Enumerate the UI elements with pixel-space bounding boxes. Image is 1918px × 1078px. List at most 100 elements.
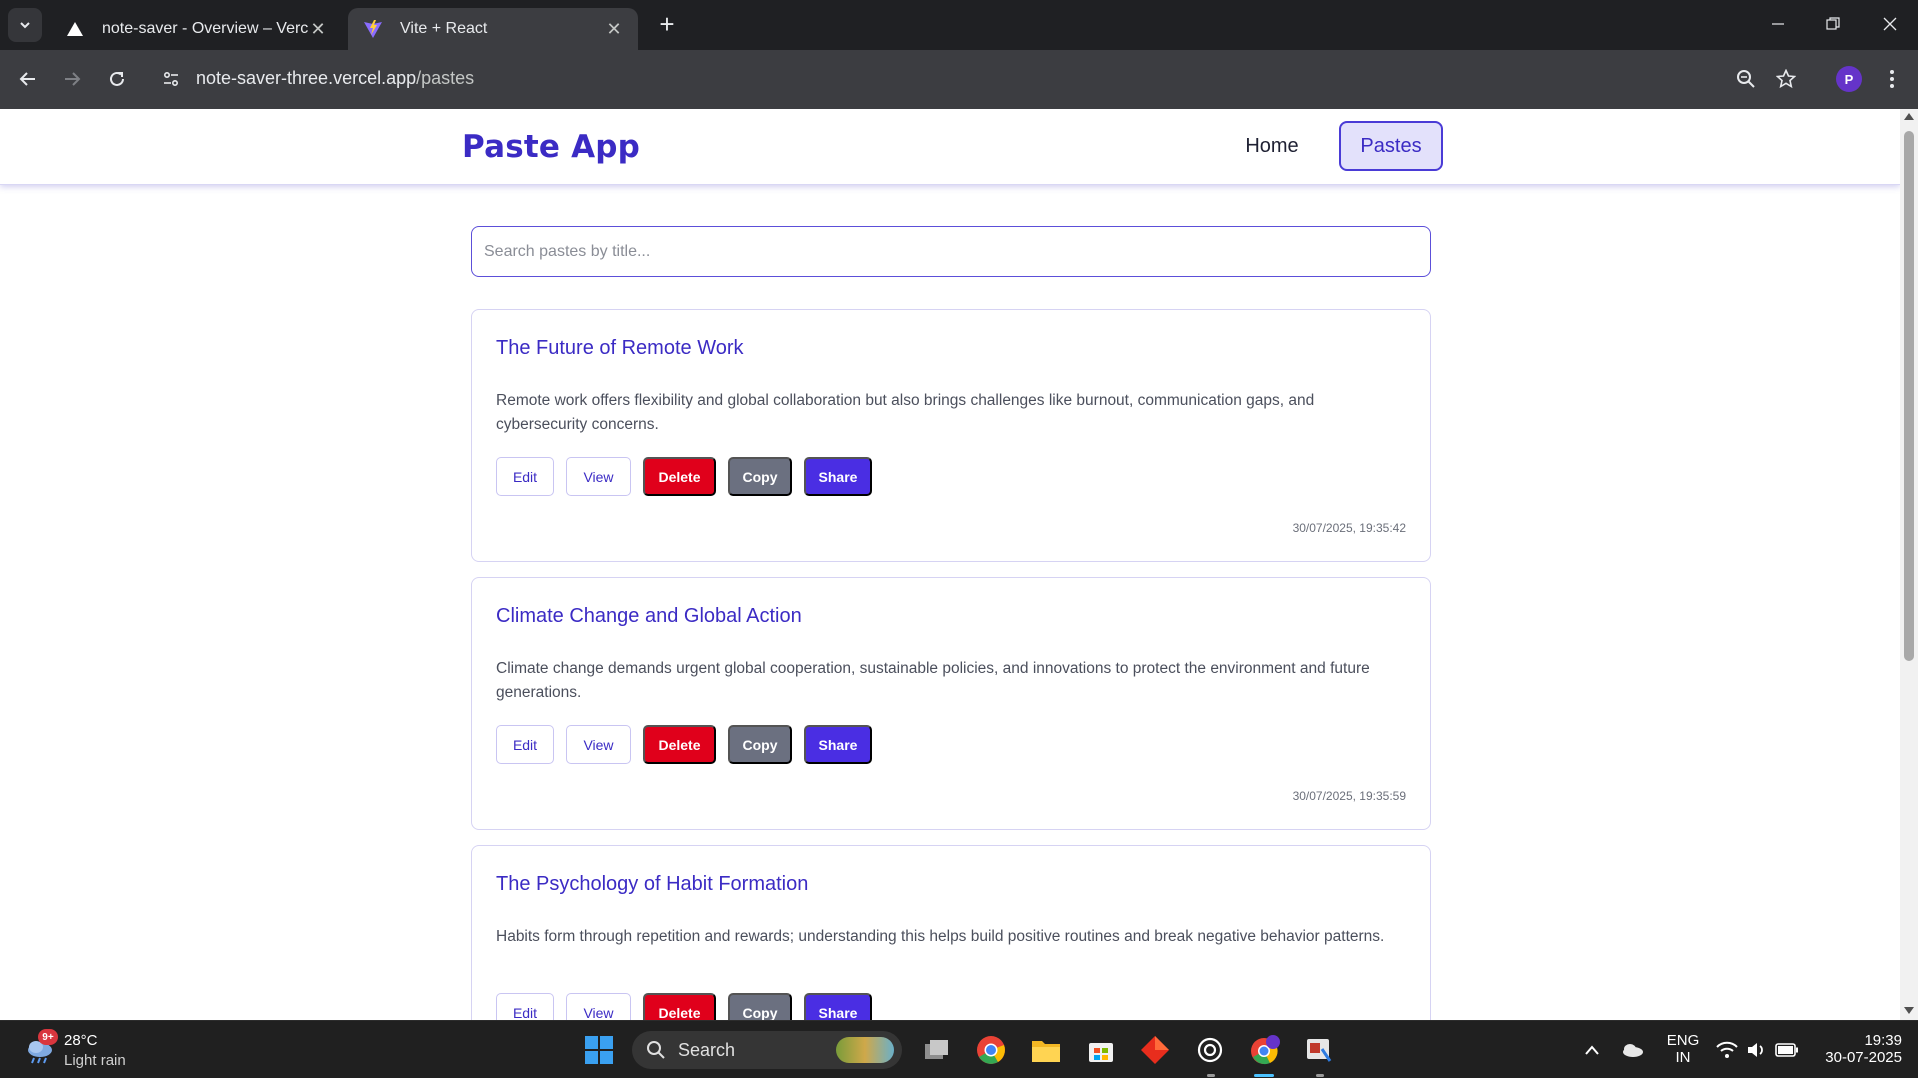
delete-button[interactable]: Delete — [643, 725, 716, 764]
chrome-icon — [977, 1036, 1005, 1064]
chevron-up-icon — [1585, 1045, 1599, 1055]
tab-title: Vite + React — [400, 20, 488, 37]
share-button[interactable]: Share — [804, 993, 872, 1020]
speaker-icon — [1748, 1043, 1763, 1057]
close-window-button[interactable] — [1872, 8, 1908, 40]
reload-button[interactable] — [101, 63, 133, 95]
share-button[interactable]: Share — [804, 457, 872, 496]
diamond-app-icon — [1141, 1036, 1169, 1064]
zoom-button[interactable] — [1730, 63, 1762, 95]
edit-button[interactable]: Edit — [496, 993, 554, 1020]
arrow-right-icon — [65, 72, 81, 86]
forward-button[interactable] — [56, 63, 88, 95]
region-code: IN — [1675, 1049, 1691, 1066]
tab-title: note-saver - Overview – Vercel — [102, 20, 308, 37]
profile-avatar[interactable]: P — [1836, 66, 1862, 92]
search-label: Search — [678, 1039, 736, 1060]
edit-button[interactable]: Edit — [496, 457, 554, 496]
paste-actions: Edit View Delete Copy Share — [496, 725, 872, 764]
scroll-thumb[interactable] — [1904, 131, 1914, 661]
battery-icon — [1775, 1043, 1798, 1057]
clock-date: 30-07-2025 — [1825, 1049, 1902, 1066]
tab-vite-react[interactable]: Vite + React ✕ — [348, 8, 638, 50]
minimize-icon — [1772, 23, 1784, 25]
new-tab-button[interactable]: + — [652, 10, 682, 40]
clock[interactable]: 19:39 30-07-2025 — [1812, 1032, 1902, 1066]
url-path: /pastes — [416, 68, 475, 88]
taskbar-chatgpt[interactable] — [1191, 1031, 1229, 1069]
copy-button[interactable]: Copy — [728, 457, 792, 496]
zoom-icon — [1737, 70, 1755, 88]
delete-button[interactable]: Delete — [643, 457, 716, 496]
copy-button[interactable]: Copy — [728, 725, 792, 764]
chrome-profile-icon — [1251, 1035, 1280, 1065]
language-indicator[interactable]: ENG IN — [1662, 1032, 1704, 1066]
task-view-icon — [925, 1040, 948, 1059]
close-icon — [1883, 17, 1897, 31]
delete-button[interactable]: Delete — [643, 993, 716, 1020]
start-button[interactable] — [580, 1031, 618, 1069]
paste-timestamp: 30/07/2025, 19:35:42 — [1292, 521, 1406, 535]
tune-icon — [163, 71, 179, 87]
taskbar-snipping-tool[interactable] — [1300, 1031, 1338, 1069]
page-scrollbar[interactable] — [1900, 109, 1918, 1020]
brand-logo[interactable]: Paste App — [462, 129, 640, 165]
search-input[interactable] — [471, 226, 1431, 277]
back-button[interactable] — [12, 63, 44, 95]
show-hidden-icons-button[interactable] — [1573, 1031, 1611, 1069]
browser-menu-button[interactable] — [1876, 63, 1908, 95]
running-indicator — [1207, 1074, 1215, 1077]
taskbar-file-explorer[interactable] — [1027, 1031, 1065, 1069]
tab-search-button[interactable] — [8, 8, 42, 42]
vercel-triangle-icon — [64, 18, 86, 40]
paste-content: Climate change demands urgent global coo… — [496, 660, 1370, 701]
search-highlight-image — [836, 1037, 894, 1063]
view-button[interactable]: View — [566, 725, 631, 764]
taskbar-chrome[interactable] — [972, 1031, 1010, 1069]
windows-logo-icon — [585, 1036, 613, 1064]
more-vertical-icon — [1890, 70, 1894, 88]
paste-content: Remote work offers flexibility and globa… — [496, 392, 1315, 433]
snipping-tool-icon — [1307, 1039, 1332, 1062]
tab-vercel[interactable]: note-saver - Overview – Vercel ✕ — [50, 8, 342, 50]
close-icon[interactable]: ✕ — [604, 19, 624, 40]
app-navbar: Paste App Home Pastes — [0, 109, 1900, 185]
paste-actions: Edit View Delete Copy Share — [496, 993, 872, 1020]
reload-icon — [110, 71, 124, 86]
page-viewport: Paste App Home Pastes The Future of Remo… — [0, 109, 1900, 1020]
paste-content: Habits form through repetition and rewar… — [496, 928, 1385, 945]
restore-button[interactable] — [1815, 8, 1851, 40]
share-button[interactable]: Share — [804, 725, 872, 764]
onedrive-button[interactable] — [1614, 1031, 1652, 1069]
clock-time: 19:39 — [1864, 1032, 1902, 1049]
star-icon — [1776, 69, 1796, 89]
copy-button[interactable]: Copy — [728, 993, 792, 1020]
weather-description: Light rain — [64, 1052, 126, 1069]
battery-button[interactable] — [1768, 1031, 1806, 1069]
nav-home-link[interactable]: Home — [1222, 121, 1322, 171]
view-button[interactable]: View — [566, 457, 631, 496]
store-icon — [1089, 1043, 1113, 1062]
close-icon[interactable]: ✕ — [308, 19, 328, 40]
taskbar-chrome-profile[interactable] — [1246, 1031, 1284, 1069]
address-bar[interactable]: note-saver-three.vercel.app/pastes — [196, 68, 474, 89]
scroll-down-icon[interactable] — [1904, 1007, 1914, 1014]
folder-icon — [1032, 1041, 1060, 1062]
task-view-button[interactable] — [918, 1031, 956, 1069]
taskbar-app-diamond[interactable] — [1136, 1031, 1174, 1069]
bookmark-button[interactable] — [1770, 63, 1802, 95]
nav-pastes-link[interactable]: Pastes — [1339, 121, 1443, 171]
language-code: ENG — [1666, 1032, 1700, 1049]
browser-tab-strip: note-saver - Overview – Vercel ✕ Vite + … — [0, 0, 1918, 50]
cloud-icon — [1623, 1044, 1643, 1057]
scroll-up-icon[interactable] — [1904, 113, 1914, 120]
active-indicator — [1254, 1074, 1274, 1077]
view-button[interactable]: View — [566, 993, 631, 1020]
edit-button[interactable]: Edit — [496, 725, 554, 764]
minimize-button[interactable] — [1760, 8, 1796, 40]
taskbar-search[interactable]: Search — [632, 1031, 902, 1069]
paste-card: Climate Change and Global Action Climate… — [471, 577, 1431, 830]
taskbar-store[interactable] — [1082, 1031, 1120, 1069]
chevron-down-icon — [20, 22, 30, 29]
site-info-button[interactable] — [155, 63, 187, 95]
